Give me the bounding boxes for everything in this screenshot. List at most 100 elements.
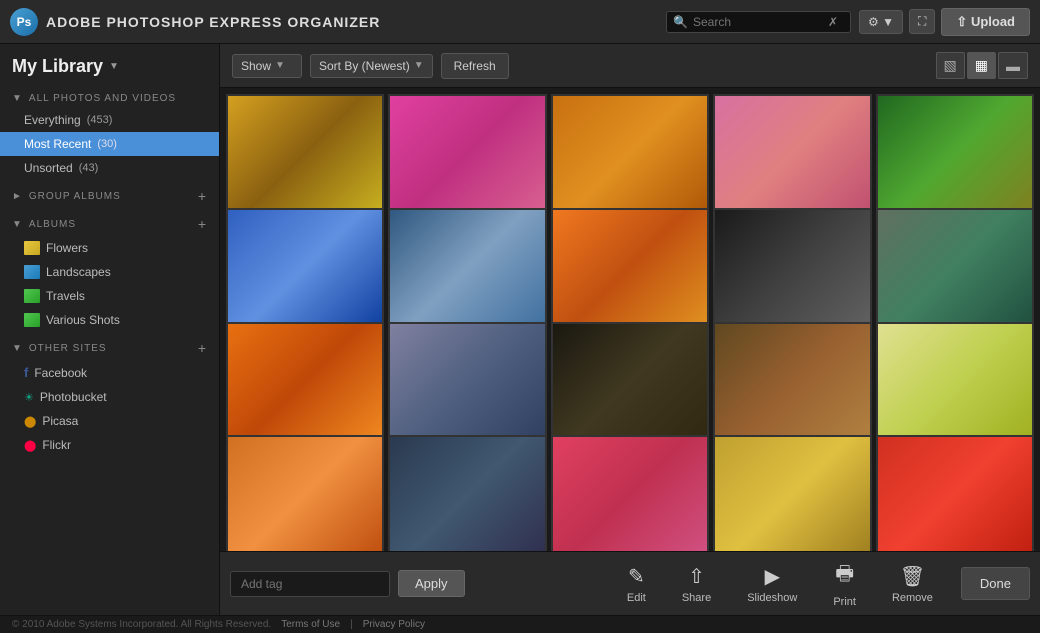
unsorted-count: (43) (79, 162, 99, 174)
photo-thumb-15[interactable] (876, 322, 1034, 441)
photobucket-icon: ☀ (24, 391, 34, 404)
bottom-bar: Apply ✎ Edit ⇧ Share ▶ Slideshow 🖶 Print (220, 551, 1040, 615)
tag-input[interactable] (230, 571, 390, 597)
edit-button[interactable]: ✎ Edit (611, 560, 662, 608)
photo-grid (220, 88, 1040, 551)
search-input[interactable] (693, 15, 823, 29)
privacy-link[interactable]: Privacy Policy (363, 619, 425, 630)
travels-label: Travels (46, 289, 85, 303)
search-clear-icon[interactable]: ✗ (828, 15, 838, 29)
sidebar-item-various-shots[interactable]: Various Shots (0, 308, 219, 332)
other-sites-label: OTHER SITES (29, 343, 107, 354)
sidebar-section-all-photos[interactable]: ▼ ALL PHOTOS AND VIDEOS (0, 85, 219, 108)
done-button[interactable]: Done (961, 567, 1030, 600)
print-label: Print (833, 596, 856, 608)
add-group-album-button[interactable]: + (198, 188, 207, 204)
terms-link[interactable]: Terms of Use (281, 619, 340, 630)
most-recent-count: (30) (97, 138, 117, 150)
photo-thumb-8[interactable] (551, 208, 709, 327)
facebook-icon: f (24, 365, 28, 380)
slideshow-button[interactable]: ▶ Slideshow (731, 560, 813, 608)
photo-thumb-17[interactable] (388, 435, 546, 551)
sort-chevron-icon: ▼ (414, 60, 424, 71)
other-expand-icon: ▼ (12, 343, 23, 354)
photo-thumb-6[interactable] (226, 208, 384, 327)
remove-button[interactable]: 🗑 Remove (876, 560, 949, 608)
sidebar-section-albums[interactable]: ▼ ALBUMS + (0, 208, 219, 236)
slideshow-icon: ▶ (765, 564, 780, 589)
app-title: ADOBE PHOTOSHOP EXPRESS ORGANIZER (46, 14, 380, 30)
photo-thumb-9[interactable] (713, 208, 871, 327)
share-button[interactable]: ⇧ Share (666, 560, 727, 608)
photo-thumb-13[interactable] (551, 322, 709, 441)
sidebar-item-most-recent[interactable]: Most Recent (30) (0, 132, 219, 156)
view-large-grid-button[interactable]: ▦ (967, 52, 996, 79)
photo-thumb-19[interactable] (713, 435, 871, 551)
sidebar-item-unsorted[interactable]: Unsorted (43) (0, 156, 219, 180)
refresh-button[interactable]: Refresh (441, 53, 509, 79)
print-icon: 🖶 (835, 559, 854, 593)
landscapes-album-icon (24, 265, 40, 279)
app-header: Ps ADOBE PHOTOSHOP EXPRESS ORGANIZER 🔍 ✗… (0, 0, 1040, 44)
view-list-button[interactable]: ▬ (998, 52, 1028, 79)
photo-thumb-16[interactable] (226, 435, 384, 551)
group-expand-icon: ► (12, 191, 23, 202)
photobucket-label: Photobucket (40, 390, 107, 404)
sidebar-item-photobucket[interactable]: ☀ Photobucket (0, 385, 219, 409)
all-photos-section-label: ALL PHOTOS AND VIDEOS (29, 93, 176, 104)
sidebar-item-landscapes[interactable]: Landscapes (0, 260, 219, 284)
flickr-icon: ⬤ (24, 439, 36, 452)
sidebar-item-facebook[interactable]: f Facebook (0, 360, 219, 385)
sidebar-item-travels[interactable]: Travels (0, 284, 219, 308)
photo-thumb-14[interactable] (713, 322, 871, 441)
view-small-grid-button[interactable]: ▧ (936, 52, 965, 79)
footer-separator: | (350, 619, 353, 630)
photo-thumb-7[interactable] (388, 208, 546, 327)
photo-thumb-5[interactable] (876, 94, 1034, 213)
remove-icon: 🗑 (900, 564, 925, 589)
content-area: Show ▼ Sort By (Newest) ▼ Refresh ▧ ▦ ▬ … (220, 44, 1040, 615)
picasa-label: Picasa (42, 414, 78, 428)
landscapes-label: Landscapes (46, 265, 111, 279)
most-recent-label: Most Recent (24, 137, 91, 151)
add-album-button[interactable]: + (198, 216, 207, 232)
photo-thumb-12[interactable] (388, 322, 546, 441)
photo-thumb-4[interactable] (713, 94, 871, 213)
sidebar-section-other-sites[interactable]: ▼ OTHER SITES + (0, 332, 219, 360)
photo-thumb-20[interactable] (876, 435, 1034, 551)
photo-thumb-10[interactable] (876, 208, 1034, 327)
section-expand-icon: ▼ (12, 93, 23, 104)
sidebar-item-everything[interactable]: Everything (453) (0, 108, 219, 132)
add-site-button[interactable]: + (198, 340, 207, 356)
settings-button[interactable]: ⚙ ▼ (859, 10, 903, 34)
group-albums-label: GROUP ALBUMS (29, 191, 121, 202)
photo-thumb-2[interactable] (388, 94, 546, 213)
search-icon: 🔍 (673, 15, 688, 29)
travels-album-icon (24, 289, 40, 303)
photo-thumb-11[interactable] (226, 322, 384, 441)
apply-button[interactable]: Apply (398, 570, 465, 597)
print-button[interactable]: 🖶 Print (817, 555, 872, 612)
sort-dropdown[interactable]: Sort By (Newest) ▼ (310, 54, 433, 78)
sidebar-item-flickr[interactable]: ⬤ Flickr (0, 433, 219, 457)
upload-button[interactable]: ⇧ Upload (941, 8, 1030, 36)
search-box[interactable]: 🔍 ✗ (666, 11, 851, 33)
fullscreen-button[interactable]: ⛶ (909, 9, 935, 34)
content-toolbar: Show ▼ Sort By (Newest) ▼ Refresh ▧ ▦ ▬ (220, 44, 1040, 88)
photo-thumb-18[interactable] (551, 435, 709, 551)
photo-thumb-3[interactable] (551, 94, 709, 213)
sidebar-item-picasa[interactable]: ⬤ Picasa (0, 409, 219, 433)
photo-thumb-1[interactable] (226, 94, 384, 213)
facebook-label: Facebook (34, 366, 87, 380)
various-album-icon (24, 313, 40, 327)
app-logo-icon: Ps (10, 8, 38, 36)
show-dropdown[interactable]: Show ▼ (232, 54, 302, 78)
app-footer: © 2010 Adobe Systems Incorporated. All R… (0, 615, 1040, 633)
sidebar-section-group-albums[interactable]: ► GROUP ALBUMS + (0, 180, 219, 208)
library-header[interactable]: My Library ▼ (0, 44, 219, 85)
sort-label: Sort By (Newest) (319, 59, 410, 73)
sidebar-item-flowers[interactable]: Flowers (0, 236, 219, 260)
flowers-album-icon (24, 241, 40, 255)
sidebar: My Library ▼ ▼ ALL PHOTOS AND VIDEOS Eve… (0, 44, 220, 615)
share-icon: ⇧ (688, 564, 705, 589)
